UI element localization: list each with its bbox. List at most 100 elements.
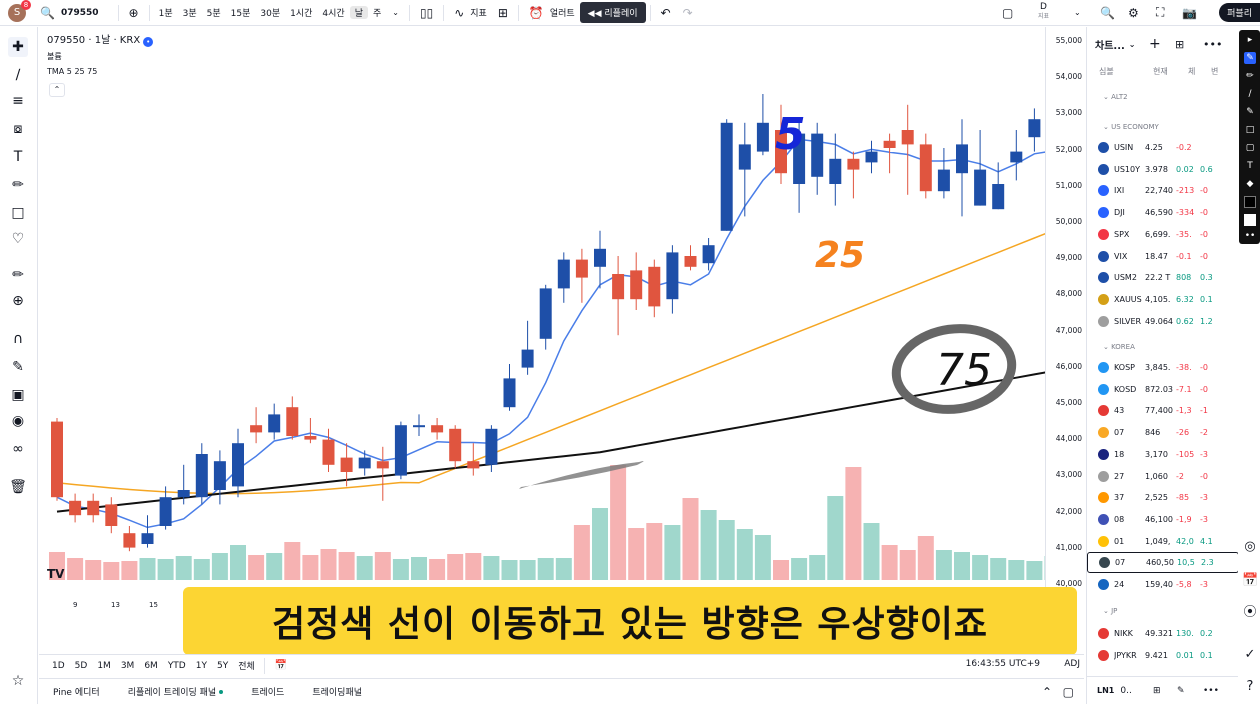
chart-canvas[interactable]: 9 13 15 75 25 5 079550 · 1날 · KRX • 볼륨 TMA 5 2…	[39, 27, 1045, 654]
interval-3m[interactable]: 3분	[178, 6, 202, 19]
col-symbol[interactable]: 심볼	[1099, 66, 1114, 77]
watchlist-section[interactable]: ⌄ US ECONOMY	[1103, 123, 1159, 131]
watchlist-row[interactable]: 07 846 -26 -2	[1087, 422, 1239, 443]
period-3m[interactable]: 3M	[116, 661, 140, 671]
table-view-icon[interactable]: ⊞	[1175, 38, 1184, 51]
watchlist-row[interactable]: US10Y 3.978 0.02 0.6	[1087, 159, 1239, 180]
period-1m[interactable]: 1M	[92, 661, 116, 671]
interval-5m[interactable]: 5분	[202, 6, 226, 19]
interval-day[interactable]: 날	[349, 6, 368, 19]
zoom-in-icon[interactable]: ⊕	[8, 291, 28, 311]
tma-label[interactable]: TMA 5 25 75	[47, 64, 153, 79]
watchlist-row[interactable]: IXI 22,740 -213 -0	[1087, 180, 1239, 201]
watchlist-row[interactable]: 01 1,049, 42,0 4.1	[1087, 531, 1239, 552]
watchlist-row[interactable]: USIN 4.25 -0.2	[1087, 137, 1239, 158]
watchlist-row[interactable]: 27 1,060 -2 -0	[1087, 466, 1239, 487]
marker-icon[interactable]: ✎	[1244, 106, 1256, 118]
watchlist-section[interactable]: ⌄ ALT2	[1103, 93, 1128, 101]
watchlist-row[interactable]: 07 460,50 10,5 2.3	[1087, 552, 1239, 574]
indicators-icon[interactable]: ∿	[448, 6, 470, 20]
legend-collapse-button[interactable]: ⌃	[49, 83, 65, 97]
pen-icon[interactable]: ✎	[1244, 52, 1256, 64]
line-icon[interactable]: ∕	[1244, 88, 1256, 100]
magnet-icon[interactable]: ∩	[8, 329, 28, 349]
link-icon[interactable]: ∞	[8, 439, 28, 459]
more-icon[interactable]: •••	[1203, 686, 1219, 696]
fullscreen-icon[interactable]: ⛶	[1150, 5, 1170, 20]
help-icon[interactable]: ?	[1242, 679, 1258, 695]
window-icon[interactable]: ▢	[996, 6, 1019, 20]
lock-drawing-icon[interactable]: ✎	[8, 357, 28, 377]
publish-button[interactable]: 퍼블리	[1219, 3, 1260, 22]
lock-icon[interactable]: ▣	[8, 385, 28, 405]
interval-4h[interactable]: 4시간	[317, 6, 349, 19]
tab-replay-trading-panel[interactable]: 리플레이 트레이딩 패널	[114, 685, 238, 698]
apps-grid-icon[interactable]: ⦿	[1242, 605, 1258, 621]
ruler-icon[interactable]: ✏	[8, 265, 28, 285]
more-icon[interactable]: •••	[1203, 38, 1222, 51]
col-price[interactable]: 현재	[1153, 66, 1168, 77]
watchlist-row[interactable]: KOSD 872.03 -7.1 -0	[1087, 379, 1239, 400]
pattern-icon[interactable]: ⧇	[8, 119, 28, 139]
watchlist-row[interactable]: USM2 22.2 T 808 0.3	[1087, 267, 1239, 288]
tab-trading-panel[interactable]: 트레이딩패널	[298, 685, 376, 698]
watchlist-row[interactable]: SILVER 49.064 0.62 1.2	[1087, 311, 1239, 332]
adj-toggle[interactable]: ADJ	[1064, 659, 1080, 669]
watchlist-row[interactable]: 18 3,170 -105 -3	[1087, 444, 1239, 465]
watchlist-section[interactable]: ⌄ JP	[1103, 607, 1117, 615]
trash-icon[interactable]: 🗑	[8, 477, 28, 497]
watchlist-row[interactable]: 37 2,525 -85 -3	[1087, 487, 1239, 508]
clock-time[interactable]: 16:43:55 UTC+9	[966, 659, 1040, 669]
tab-trade[interactable]: 트레이드	[237, 685, 298, 698]
black-color-icon[interactable]	[1244, 196, 1256, 208]
undo-icon[interactable]: ↶	[655, 6, 677, 20]
symbol-search-button[interactable]: 079550	[61, 8, 104, 18]
eraser-icon[interactable]: ▢	[1244, 142, 1256, 154]
crosshair-icon[interactable]: ✚	[8, 37, 28, 57]
layout-grid-icon[interactable]: ⊞	[492, 6, 514, 20]
d-layout-button[interactable]: D 지표	[1038, 3, 1049, 21]
quick-search-icon[interactable]: 🔍	[1094, 6, 1121, 20]
period-6m[interactable]: 6M	[139, 661, 163, 671]
text-icon[interactable]: T	[1244, 160, 1256, 172]
more-icon[interactable]: ••	[1244, 230, 1256, 242]
pencil-icon[interactable]: ✏	[1244, 70, 1256, 82]
period-5d[interactable]: 5D	[70, 661, 93, 671]
text-tool-icon[interactable]: T	[8, 147, 28, 167]
price-axis[interactable]: 55,000 54,000 53,000 52,000 51,000 50,000 49,0…	[1045, 27, 1085, 654]
watchlist-row[interactable]: 24 159,40 -5,8 -3	[1087, 574, 1239, 595]
chart-title[interactable]: 079550 · 1날 · KRX	[47, 35, 140, 46]
interval-1h[interactable]: 1시간	[285, 6, 317, 19]
period-ytd[interactable]: YTD	[163, 661, 191, 671]
alerts-button[interactable]: 얼러트	[550, 6, 580, 19]
watchlist-section[interactable]: ⌄ KOREA	[1103, 343, 1135, 351]
alert-clock-icon[interactable]: ⏰	[523, 6, 550, 20]
watchlist-title[interactable]: 차트...	[1095, 37, 1125, 52]
interval-1m[interactable]: 1분	[154, 6, 178, 19]
add-symbol-icon[interactable]: +	[1149, 36, 1161, 52]
target-icon[interactable]: ◎	[1242, 539, 1258, 555]
interval-15m[interactable]: 15분	[226, 6, 256, 19]
heart-icon[interactable]: ♡	[8, 229, 28, 249]
watchlist-row[interactable]: DJI 46,590 -334 -0	[1087, 202, 1239, 223]
add-symbol-icon[interactable]: ⊕	[123, 6, 145, 20]
search-icon[interactable]: 🔍	[34, 6, 61, 20]
replay-button[interactable]: ◀◀ 리플레이	[579, 2, 646, 23]
trendline-icon[interactable]: ∕	[8, 65, 28, 85]
volume-label[interactable]: 볼륨	[47, 49, 153, 64]
chevron-up-icon[interactable]: ⌃	[1036, 685, 1058, 699]
watchlist-row[interactable]: KOSP 3,845. -38. -0	[1087, 357, 1239, 378]
chevron-down-icon[interactable]: ⌄	[1129, 40, 1136, 49]
user-avatar[interactable]: S8	[8, 0, 31, 22]
edit-icon[interactable]: ✎	[1177, 686, 1185, 696]
camera-icon[interactable]: 📷	[1176, 6, 1203, 20]
watchlist-row[interactable]: SPX 6,699. -35. -0	[1087, 224, 1239, 245]
col-change[interactable]: 체	[1188, 66, 1195, 77]
eye-icon[interactable]: ◉	[8, 411, 28, 431]
watchlist-row[interactable]: JPYKR 9.421 0.01 0.1	[1087, 645, 1239, 666]
watchlist-row[interactable]: 43 77,400 -1,3 -1	[1087, 400, 1239, 421]
interval-30m[interactable]: 30분	[255, 6, 285, 19]
calendar-icon[interactable]: 📅	[1242, 573, 1258, 589]
redo-icon[interactable]: ↷	[677, 6, 699, 20]
interval-week[interactable]: 주	[368, 6, 386, 19]
